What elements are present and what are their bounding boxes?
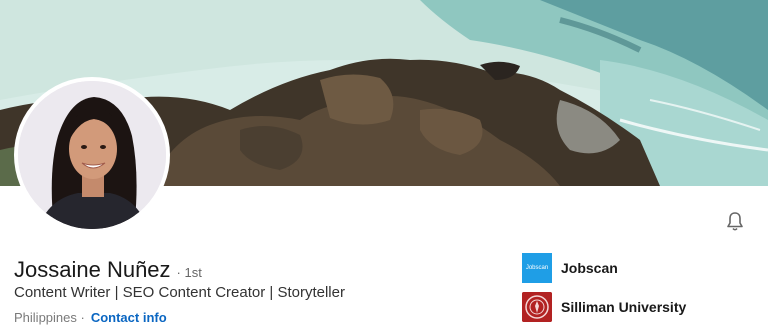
avatar[interactable] <box>18 81 166 229</box>
jobscan-logo-text: Jobscan <box>525 265 549 271</box>
profile-name: Jossaine Nuñez <box>14 257 171 282</box>
connection-degree: · 1st <box>176 265 202 280</box>
name-line: Jossaine Nuñez · 1st <box>14 257 202 283</box>
org-name-silliman: Silliman University <box>561 299 687 315</box>
avatar-frame[interactable] <box>14 77 170 233</box>
silliman-seal <box>522 292 552 322</box>
profile-location: Philippines · <box>14 310 85 325</box>
org-item-jobscan[interactable]: Jobscan Jobscan <box>522 253 618 283</box>
profile-headline: Content Writer | SEO Content Creator | S… <box>14 284 345 301</box>
org-item-silliman[interactable]: Silliman University <box>522 292 686 322</box>
profile-photo <box>18 81 166 229</box>
profile-meta: Philippines · Contact info <box>14 310 167 325</box>
notification-bell-button[interactable] <box>723 210 747 234</box>
org-name-jobscan: Jobscan <box>561 260 618 276</box>
contact-info-link[interactable]: Contact info <box>91 310 167 325</box>
jobscan-logo: Jobscan <box>522 253 552 283</box>
bell-icon <box>727 212 743 231</box>
